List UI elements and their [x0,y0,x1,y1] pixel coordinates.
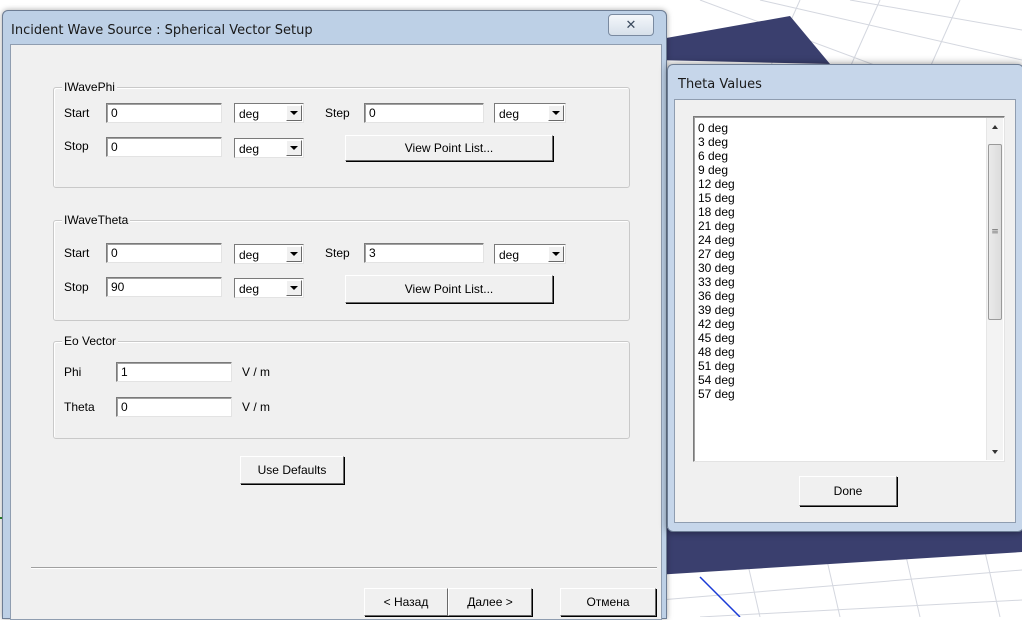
incident-wave-dialog: Incident Wave Source : Spherical Vector … [2,10,667,620]
list-item[interactable]: 30 deg [698,261,735,275]
list-item[interactable]: 12 deg [698,177,735,191]
list-item[interactable]: 36 deg [698,289,735,303]
eo-phi-label: Phi [64,365,82,379]
chevron-down-icon[interactable] [548,105,564,121]
theta-start-label: Start [64,246,90,260]
listbox-scrollbar[interactable]: ≡ [986,118,1003,460]
theta-view-point-list-button[interactable]: View Point List... [345,275,553,303]
theta-stop-label: Stop [64,280,89,294]
phi-group-legend: IWavePhi [62,80,117,94]
theta-step-unit-select[interactable]: deg [494,244,566,264]
use-defaults-button[interactable]: Use Defaults [240,456,344,484]
theta-stop-input[interactable]: 90 [106,277,222,297]
phi-step-unit-select[interactable]: deg [494,103,566,123]
list-item[interactable]: 3 deg [698,135,735,149]
chevron-down-icon[interactable] [286,280,302,296]
theta-step-unit-value: deg [499,248,520,262]
eo-vector-group: Eo Vector Phi 1 V / m Theta 0 V / m [53,334,630,439]
theta-stop-unit-select[interactable]: deg [234,278,304,298]
list-item[interactable]: 9 deg [698,163,735,177]
list-item[interactable]: 27 deg [698,247,735,261]
phi-stop-unit-value: deg [239,142,260,156]
list-item[interactable]: 21 deg [698,219,735,233]
cancel-button[interactable]: Отмена [560,588,656,616]
chevron-down-icon[interactable] [286,246,302,262]
scroll-down-arrow-icon[interactable] [987,443,1003,460]
chevron-down-icon[interactable] [286,105,302,121]
theta-start-unit-select[interactable]: deg [234,244,304,264]
theta-start-unit-value: deg [239,248,260,262]
theta-values-list: 0 deg 3 deg 6 deg 9 deg 12 deg 15 deg 18 deg 21… [698,121,735,401]
list-item[interactable]: 33 deg [698,275,735,289]
theta-stop-unit-value: deg [239,282,260,296]
theta-group-legend: IWaveTheta [62,213,131,227]
phi-stop-unit-select[interactable]: deg [234,138,304,158]
next-button[interactable]: Далее > [448,588,532,616]
list-item[interactable]: 39 deg [698,303,735,317]
phi-group: IWavePhi Start 0 deg Step 0 deg Stop 0 d… [53,80,630,188]
phi-view-point-list-button[interactable]: View Point List... [345,135,553,161]
chevron-down-icon[interactable] [286,140,302,156]
phi-stop-input[interactable]: 0 [106,137,222,157]
list-item[interactable]: 51 deg [698,359,735,373]
dialog-title: Incident Wave Source : Spherical Vector … [11,23,313,38]
back-button[interactable]: < Назад [364,588,448,616]
list-item[interactable]: 57 deg [698,387,735,401]
theta-dialog-client-area: 0 deg 3 deg 6 deg 9 deg 12 deg 15 deg 18 deg 21… [674,99,1016,523]
phi-step-unit-value: deg [499,107,520,121]
list-item[interactable]: 6 deg [698,149,735,163]
phi-start-unit-value: deg [239,107,260,121]
theta-dialog-title: Theta Values [678,77,762,92]
theta-values-dialog: Theta Values 0 deg 3 deg 6 deg 9 deg 12 deg 1… [667,64,1022,532]
theta-start-input[interactable]: 0 [106,243,222,263]
list-item[interactable]: 0 deg [698,121,735,135]
bottom-separator [31,567,657,569]
list-item[interactable]: 15 deg [698,191,735,205]
theta-step-label: Step [325,246,350,260]
eo-theta-unit: V / m [242,400,271,414]
list-item[interactable]: 48 deg [698,345,735,359]
list-item[interactable]: 54 deg [698,373,735,387]
eo-vector-group-legend: Eo Vector [62,334,119,348]
theta-group: IWaveTheta Start 0 deg Step 3 deg Stop 9… [53,213,630,321]
done-button[interactable]: Done [799,476,897,506]
list-item[interactable]: 24 deg [698,233,735,247]
phi-step-label: Step [325,106,350,120]
scroll-up-arrow-icon[interactable] [987,118,1003,135]
close-icon: ✕ [625,17,637,33]
eo-theta-label: Theta [64,400,95,414]
list-item[interactable]: 18 deg [698,205,735,219]
scroll-thumb[interactable]: ≡ [988,144,1002,320]
phi-start-unit-select[interactable]: deg [234,103,304,123]
phi-stop-label: Stop [64,139,89,153]
theta-values-listbox[interactable]: 0 deg 3 deg 6 deg 9 deg 12 deg 15 deg 18 deg 21… [693,116,1005,462]
chevron-down-icon[interactable] [548,246,564,262]
phi-step-input[interactable]: 0 [364,103,484,123]
phi-start-label: Start [64,106,90,120]
eo-phi-unit: V / m [242,365,271,379]
theta-step-input[interactable]: 3 [364,243,484,263]
list-item[interactable]: 42 deg [698,317,735,331]
eo-phi-input[interactable]: 1 [116,362,232,382]
eo-theta-input[interactable]: 0 [116,397,232,417]
dialog-client-area: IWavePhi Start 0 deg Step 0 deg Stop 0 d… [10,44,662,620]
scroll-grip-icon: ≡ [991,226,999,237]
list-item[interactable]: 45 deg [698,331,735,345]
close-button[interactable]: ✕ [608,14,654,36]
phi-start-input[interactable]: 0 [106,103,222,123]
